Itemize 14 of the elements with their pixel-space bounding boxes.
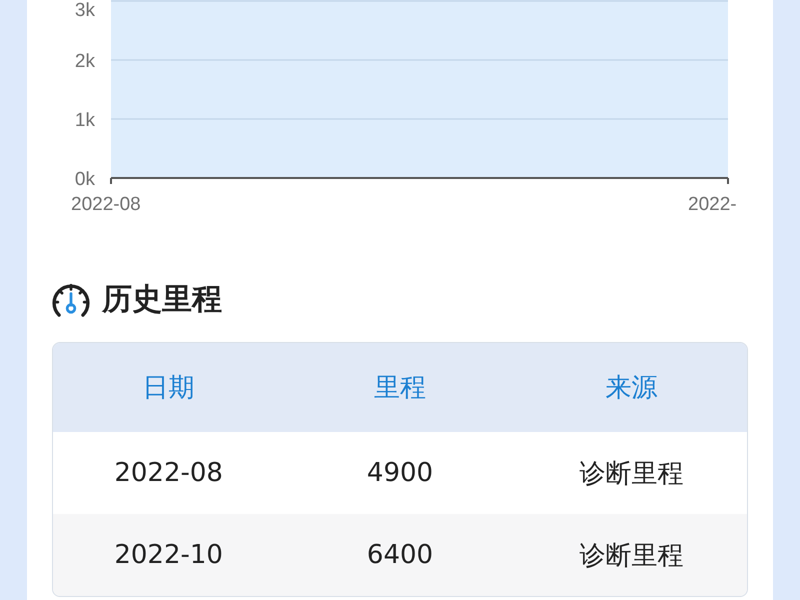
section-title: 历史里程 — [102, 282, 222, 318]
axis-label: 2k — [74, 51, 95, 72]
column-header: 日期 — [53, 343, 284, 432]
table-cell: 2022-10 — [53, 514, 284, 596]
column-header: 来源 — [516, 343, 747, 432]
column-header: 里程 — [284, 343, 516, 432]
table-cell: 诊断里程 — [516, 514, 747, 596]
gauge-icon — [52, 282, 90, 318]
table-cell: 6400 — [284, 514, 516, 596]
axis-label: 2022-08 — [71, 194, 141, 215]
axis-label: 3k — [74, 0, 95, 21]
axis-label: 2022- — [688, 194, 737, 215]
axis-label: 0k — [74, 169, 95, 190]
axis-label: 1k — [74, 110, 95, 131]
